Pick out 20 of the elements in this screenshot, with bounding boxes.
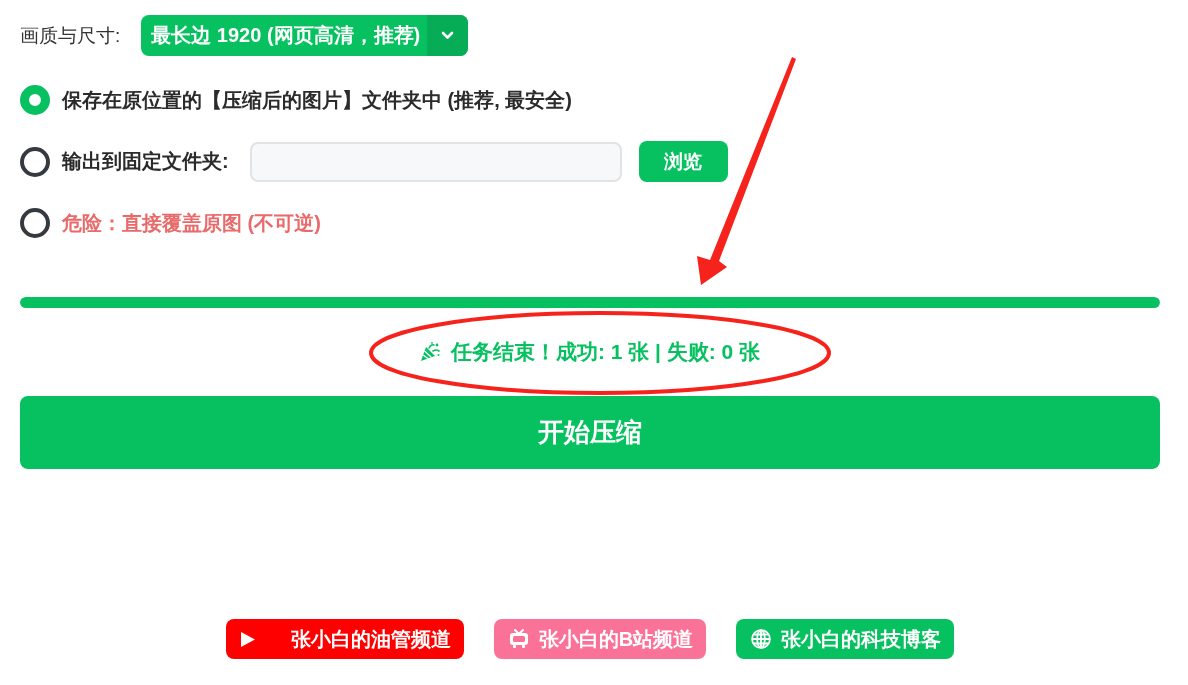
channel-link-button[interactable]: 张小白的油管频道: [225, 619, 464, 659]
caret-icon: [427, 15, 469, 56]
folder-input-field[interactable]: [249, 141, 622, 182]
globe-icon: [751, 629, 772, 649]
tv-icon: [508, 629, 529, 649]
option-label: 危险：直接覆盖原图 (不可逆): [62, 210, 321, 236]
radio-button[interactable]: [20, 208, 50, 238]
option-label: 输出到固定文件夹:: [62, 149, 229, 174]
radio-button[interactable]: [20, 85, 50, 115]
party-popper-icon: [419, 342, 440, 362]
status-message: 任务结束！成功: 1 张 | 失败: 0 张: [450, 339, 761, 365]
start-button[interactable]: 开始压缩: [20, 396, 1160, 469]
channel-link-button[interactable]: 张小白的B站频道: [493, 619, 707, 659]
quality-label: 画质与尺寸:: [20, 23, 121, 48]
option-label: 保存在原位置的【压缩后的图片】文件夹中 (推荐, 最安全): [62, 87, 572, 113]
browse-button[interactable]: 浏览: [638, 141, 728, 182]
radio-button[interactable]: [20, 146, 50, 177]
channel-link-button[interactable]: 张小白的科技博客: [736, 619, 955, 659]
quality-select[interactable]: 最长边 1920 (网页高清，推荐): [141, 15, 469, 56]
play-icon: [240, 631, 255, 647]
